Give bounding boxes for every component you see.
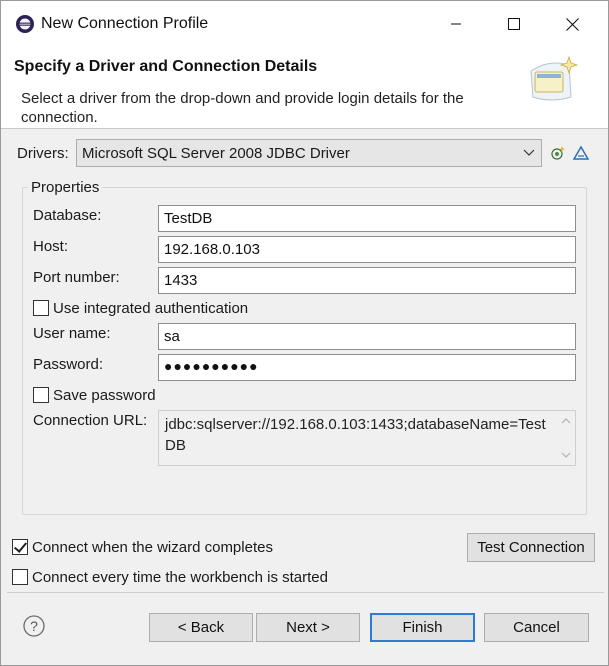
connect-every-time-label[interactable]: Connect every time the workbench is star… <box>32 569 328 586</box>
close-button[interactable] <box>543 1 601 47</box>
password-field[interactable]: ●●●●●●●●●● <box>158 354 576 381</box>
integrated-authentication-label[interactable]: Use integrated authentication <box>53 300 248 317</box>
close-icon <box>565 17 579 31</box>
connection-wizard-banner-icon <box>530 55 579 101</box>
scroll-up-arrow-icon <box>561 418 571 424</box>
database-field[interactable]: TestDB <box>158 205 576 232</box>
maximize-icon <box>508 18 520 30</box>
new-driver-icon[interactable] <box>550 145 566 161</box>
connection-url-field[interactable]: jdbc:sqlserver://192.168.0.103:1433;data… <box>158 410 576 466</box>
connect-when-complete-checkbox[interactable] <box>12 539 28 555</box>
save-password-label[interactable]: Save password <box>53 387 156 404</box>
test-connection-button[interactable]: Test Connection <box>467 533 595 562</box>
svg-text:?: ? <box>30 618 38 634</box>
port-number-label: Port number: <box>33 269 120 286</box>
eclipse-app-icon <box>16 15 34 33</box>
window-title: New Connection Profile <box>41 15 209 32</box>
footer-separator <box>7 592 604 593</box>
title-bar: New Connection Profile <box>1 1 608 47</box>
password-label: Password: <box>33 356 104 373</box>
user-name-label: User name: <box>33 325 111 342</box>
driver-dropdown[interactable]: Microsoft SQL Server 2008 JDBC Driver <box>76 139 542 167</box>
page-description: Select a driver from the drop-down and p… <box>21 90 464 126</box>
integrated-authentication-checkbox[interactable] <box>33 300 49 316</box>
host-label: Host: <box>33 238 69 255</box>
help-icon[interactable]: ? <box>23 615 45 637</box>
drivers-label: Drivers: <box>17 145 69 162</box>
connection-url-value: jdbc:sqlserver://192.168.0.103:1433;data… <box>165 416 546 454</box>
url-scrollbar[interactable] <box>557 411 575 465</box>
database-label: Database: <box>33 207 102 224</box>
minimize-button[interactable] <box>427 1 485 47</box>
driver-dropdown-value: Microsoft SQL Server 2008 JDBC Driver <box>82 144 350 162</box>
back-button[interactable]: < Back <box>149 613 253 642</box>
new-connection-profile-dialog: New Connection Profile Specify a Driver … <box>0 0 609 666</box>
save-password-checkbox[interactable] <box>33 387 49 403</box>
maximize-button[interactable] <box>485 1 543 47</box>
minimize-icon <box>451 23 461 25</box>
chevron-down-icon <box>523 149 535 156</box>
wizard-header: Specify a Driver and Connection Details … <box>1 47 608 129</box>
scroll-down-arrow-icon <box>561 452 571 458</box>
cancel-button[interactable]: Cancel <box>484 613 589 642</box>
next-button[interactable]: Next > <box>256 613 360 642</box>
page-title: Specify a Driver and Connection Details <box>14 58 318 75</box>
edit-driver-icon[interactable] <box>573 145 589 161</box>
finish-button[interactable]: Finish <box>370 613 475 642</box>
connection-url-label: Connection URL: <box>33 412 148 429</box>
connect-when-complete-label[interactable]: Connect when the wizard completes <box>32 539 273 556</box>
connect-every-time-checkbox[interactable] <box>12 569 28 585</box>
port-number-field[interactable]: 1433 <box>158 267 576 294</box>
user-name-field[interactable]: sa <box>158 323 576 350</box>
host-field[interactable]: 192.168.0.103 <box>158 236 576 263</box>
properties-group-label: Properties <box>28 179 103 196</box>
